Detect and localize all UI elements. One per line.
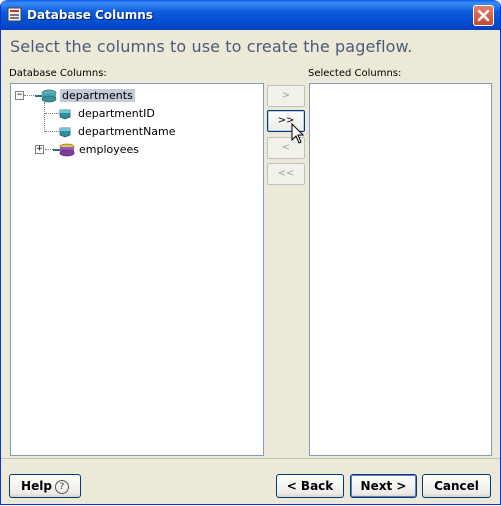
expand-employees-toggle[interactable]: + [35, 145, 44, 154]
tree-item-employees[interactable]: employees [53, 141, 139, 158]
window-title: Database Columns [27, 8, 153, 22]
dialog-footer: Help? < Back Next > Cancel [1, 458, 500, 504]
tree-item-departments[interactable]: departments [35, 87, 135, 104]
add-column-button[interactable]: > [267, 85, 305, 107]
remove-all-columns-button[interactable]: << [267, 163, 305, 185]
page-heading: Select the columns to use to create the … [10, 37, 413, 56]
database-table-icon [35, 89, 57, 102]
database-columns-label: Database Columns: [9, 68, 107, 79]
help-icon: ? [54, 479, 69, 494]
help-button[interactable]: Help? [9, 474, 81, 498]
database-columns-dialog: Database Columns Select the columns to u… [0, 0, 501, 505]
collapse-departments-toggle[interactable]: − [15, 91, 24, 100]
cancel-button[interactable]: Cancel [422, 474, 491, 498]
close-button[interactable] [473, 5, 494, 26]
tree-item-label: departmentName [78, 125, 176, 138]
close-icon [477, 9, 490, 22]
tree-item-departmentid[interactable]: departmentID [59, 105, 155, 122]
tree-item-label: departmentID [78, 107, 155, 120]
title-bar[interactable]: Database Columns [1, 0, 500, 30]
selected-columns-list[interactable] [309, 83, 492, 456]
database-table-icon [53, 143, 75, 156]
dialog-content: Select the columns to use to create the … [4, 30, 497, 457]
database-columns-tree[interactable]: − departments departmentID departmentNam… [10, 83, 264, 456]
help-button-label: Help [21, 479, 52, 493]
column-icon [59, 109, 71, 119]
tree-item-departmentname[interactable]: departmentName [59, 123, 176, 140]
next-button[interactable]: Next > [350, 474, 417, 498]
tree-item-label: employees [79, 143, 140, 156]
app-icon [7, 7, 22, 22]
column-icon [59, 127, 71, 137]
back-button[interactable]: < Back [276, 474, 344, 498]
tree-item-label: departments [60, 89, 135, 102]
selected-columns-label: Selected Columns: [308, 68, 402, 79]
mouse-pointer-icon [291, 123, 305, 144]
